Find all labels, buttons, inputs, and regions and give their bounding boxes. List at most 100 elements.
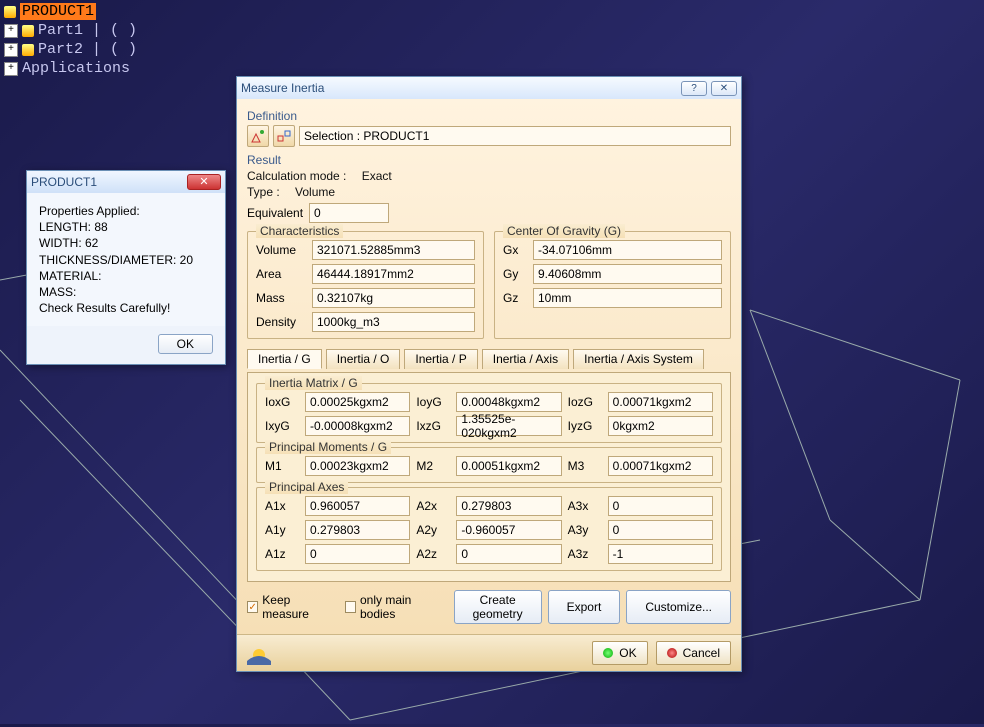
- tree-item-part2[interactable]: + Part2 | ( ): [4, 40, 137, 59]
- principal-moments-group: Principal Moments / G M10.00023kgxm2 M20…: [256, 447, 722, 483]
- a2x-value: 0.279803: [461, 499, 511, 513]
- keep-measure-checkbox[interactable]: Keep measure: [247, 593, 335, 621]
- area-field[interactable]: 46444.18917mm2: [312, 264, 475, 284]
- inertia-tabs: Inertia / G Inertia / O Inertia / P Iner…: [247, 349, 731, 369]
- ixyg-value: -0.00008kgxm2: [310, 419, 393, 433]
- a3y-value: 0: [613, 523, 620, 537]
- ixyg-field[interactable]: -0.00008kgxm2: [305, 416, 410, 436]
- tree-item-applications[interactable]: + Applications: [4, 59, 137, 78]
- tab-inertia-axis[interactable]: Inertia / Axis: [482, 349, 569, 369]
- m2-value: 0.00051kgxm2: [461, 459, 540, 473]
- tree-label: PRODUCT1: [20, 3, 96, 20]
- group-legend: Center Of Gravity (G): [503, 224, 625, 238]
- a3z-field[interactable]: -1: [608, 544, 713, 564]
- group-legend: Inertia Matrix / G: [265, 376, 362, 390]
- expand-icon[interactable]: +: [4, 43, 18, 57]
- gx-label: Gx: [503, 243, 527, 257]
- text-line: Check Results Carefully!: [39, 300, 213, 316]
- a1y-field[interactable]: 0.279803: [305, 520, 410, 540]
- ixyg-label: IxyG: [265, 419, 299, 433]
- close-button[interactable]: ✕: [711, 81, 737, 96]
- expand-icon[interactable]: +: [4, 62, 18, 76]
- sun-icon: [247, 641, 271, 665]
- dialog-titlebar[interactable]: Measure Inertia ? ✕: [237, 77, 741, 99]
- a3z-value: -1: [613, 547, 624, 561]
- checkbox-icon: [247, 601, 258, 613]
- a2z-field[interactable]: 0: [456, 544, 561, 564]
- iozg-label: IozG: [568, 395, 602, 409]
- only-main-bodies-checkbox[interactable]: only main bodies: [345, 593, 444, 621]
- a1x-field[interactable]: 0.960057: [305, 496, 410, 516]
- measure-between-button[interactable]: [273, 125, 295, 147]
- a3y-field[interactable]: 0: [608, 520, 713, 540]
- close-button[interactable]: ✕: [187, 174, 221, 190]
- create-geometry-button[interactable]: Create geometry: [454, 590, 542, 624]
- expand-icon[interactable]: +: [4, 24, 18, 38]
- ixzg-field[interactable]: 1.35525e-020kgxm2: [456, 416, 561, 436]
- tree-item-product[interactable]: PRODUCT1: [4, 2, 137, 21]
- iozg-field[interactable]: 0.00071kgxm2: [608, 392, 713, 412]
- result-heading: Result: [247, 153, 731, 167]
- ioyg-field[interactable]: 0.00048kgxm2: [456, 392, 561, 412]
- help-button[interactable]: ?: [681, 81, 707, 96]
- ok-label: OK: [619, 646, 636, 660]
- definition-heading: Definition: [247, 109, 731, 123]
- cog-group: Center Of Gravity (G) Gx -34.07106mm Gy …: [494, 231, 731, 339]
- tab-inertia-p[interactable]: Inertia / P: [404, 349, 477, 369]
- gz-value: 10mm: [538, 291, 571, 305]
- tab-inertia-axis-system[interactable]: Inertia / Axis System: [573, 349, 704, 369]
- tree-item-part1[interactable]: + Part1 | ( ): [4, 21, 137, 40]
- checkbox-icon: [345, 601, 356, 613]
- a1x-value: 0.960057: [310, 499, 360, 513]
- cancel-button[interactable]: Cancel: [656, 641, 731, 665]
- customize-button[interactable]: Customize...: [626, 590, 731, 624]
- gx-value: -34.07106mm: [538, 243, 612, 257]
- part-icon: [22, 25, 34, 37]
- tree-label: Part2 | ( ): [38, 41, 137, 58]
- selection-field[interactable]: Selection : PRODUCT1: [299, 126, 731, 146]
- iyzg-field[interactable]: 0kgxm2: [608, 416, 713, 436]
- tab-panel: Inertia Matrix / G IoxG 0.00025kgxm2 IoyG…: [247, 372, 731, 582]
- only-main-label: only main bodies: [360, 593, 444, 621]
- a3x-value: 0: [613, 499, 620, 513]
- m2-field[interactable]: 0.00051kgxm2: [456, 456, 561, 476]
- gy-field[interactable]: 9.40608mm: [533, 264, 722, 284]
- m3-label: M3: [568, 459, 602, 473]
- tab-inertia-o[interactable]: Inertia / O: [326, 349, 401, 369]
- iozg-value: 0.00071kgxm2: [613, 395, 692, 409]
- export-button[interactable]: Export: [548, 590, 621, 624]
- a1z-label: A1z: [265, 547, 299, 561]
- tab-inertia-g[interactable]: Inertia / G: [247, 349, 322, 369]
- ok-button[interactable]: OK: [592, 641, 647, 665]
- a1z-field[interactable]: 0: [305, 544, 410, 564]
- principal-axes-group: Principal Axes A1x0.960057 A2x0.279803 A…: [256, 487, 722, 571]
- text-line: LENGTH: 88: [39, 219, 213, 235]
- gz-label: Gz: [503, 291, 527, 305]
- close-icon: ✕: [199, 177, 208, 188]
- m3-field[interactable]: 0.00071kgxm2: [608, 456, 713, 476]
- m1-field[interactable]: 0.00023kgxm2: [305, 456, 410, 476]
- gz-field[interactable]: 10mm: [533, 288, 722, 308]
- ok-button[interactable]: OK: [158, 334, 213, 354]
- tree-label: Applications: [22, 60, 130, 77]
- gx-field[interactable]: -34.07106mm: [533, 240, 722, 260]
- a1y-value: 0.279803: [310, 523, 360, 537]
- spec-tree[interactable]: PRODUCT1 + Part1 | ( ) + Part2 | ( ) + A…: [4, 2, 137, 78]
- ioxg-label: IoxG: [265, 395, 299, 409]
- equivalent-field[interactable]: 0: [309, 203, 389, 223]
- a3x-field[interactable]: 0: [608, 496, 713, 516]
- measure-item-button[interactable]: [247, 125, 269, 147]
- cancel-label: Cancel: [683, 646, 720, 660]
- text-line: MATERIAL:: [39, 268, 213, 284]
- ioyg-label: IoyG: [416, 395, 450, 409]
- equivalent-label: Equivalent: [247, 206, 303, 220]
- a2x-field[interactable]: 0.279803: [456, 496, 561, 516]
- gy-value: 9.40608mm: [538, 267, 601, 281]
- text-line: WIDTH: 62: [39, 235, 213, 251]
- ioxg-field[interactable]: 0.00025kgxm2: [305, 392, 410, 412]
- mass-field[interactable]: 0.32107kg: [312, 288, 475, 308]
- a2y-field[interactable]: -0.960057: [456, 520, 561, 540]
- density-field[interactable]: 1000kg_m3: [312, 312, 475, 332]
- volume-field[interactable]: 321071.52885mm3: [312, 240, 475, 260]
- dialog-titlebar[interactable]: PRODUCT1 ✕: [27, 171, 225, 193]
